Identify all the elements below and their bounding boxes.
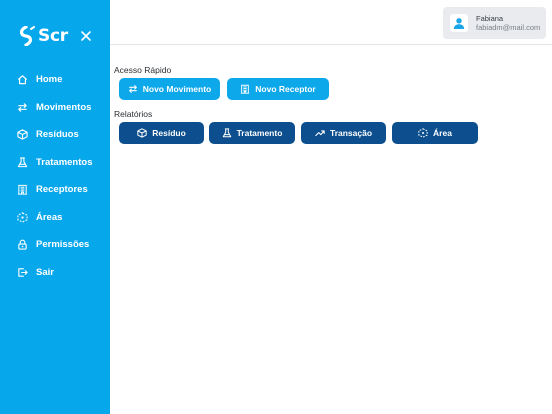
sidebar-item-receptores[interactable]: Receptores [0, 176, 110, 204]
sidebar-item-areas[interactable]: Áreas [0, 204, 110, 232]
cube-icon [17, 129, 28, 140]
report-area-button[interactable]: Área [392, 122, 478, 144]
lock-icon [18, 239, 27, 250]
sidebar-item-permissoes[interactable]: Permissões [0, 231, 110, 259]
sidebar-item-label: Tratamentos [36, 156, 93, 168]
user-icon [453, 18, 465, 29]
new-receptor-button[interactable]: Novo Receptor [227, 78, 329, 100]
area-cube-icon [17, 212, 28, 223]
building-icon [241, 84, 250, 94]
sidebar-item-tratamentos[interactable]: Tratamentos [0, 149, 110, 177]
user-email: fabiadm@mail.com [476, 23, 541, 32]
sidebar-item-label: Home [36, 74, 63, 86]
sidebar-item-home[interactable]: Home [0, 66, 110, 94]
avatar [450, 14, 468, 32]
sidebar-item-residuos[interactable]: Resíduos [0, 121, 110, 149]
area-cube-icon [418, 128, 428, 138]
swap-arrows-icon [128, 85, 137, 93]
scr-logo-icon [19, 26, 35, 46]
reports-title: Relatórios [114, 109, 153, 119]
button-label: Novo Movimento [142, 84, 212, 94]
flask-icon [17, 157, 28, 167]
logout-icon [18, 268, 28, 277]
building-icon [17, 185, 28, 195]
sidebar: Scr Home Movimentos Resíduos Tratamentos… [0, 0, 110, 414]
sidebar-item-movimentos[interactable]: Movimentos [0, 94, 110, 122]
brand-name: Scr [38, 26, 68, 46]
button-label: Transação [329, 128, 373, 138]
button-label: Novo Receptor [255, 84, 316, 94]
sidebar-item-label: Áreas [36, 211, 63, 223]
report-transacao-button[interactable]: Transação [301, 122, 386, 144]
user-info: Fabiana fabiadm@mail.com [476, 14, 540, 32]
user-name: Fabiana [476, 14, 504, 23]
swap-arrows-icon [18, 102, 27, 112]
report-tratamento-button[interactable]: Tratamento [209, 122, 295, 144]
sidebar-nav: Home Movimentos Resíduos Tratamentos Rec… [0, 66, 110, 286]
trend-up-icon [315, 130, 325, 137]
report-residuo-button[interactable]: Resíduo [119, 122, 204, 144]
user-menu[interactable]: Fabiana fabiadm@mail.com [443, 7, 546, 39]
sidebar-item-sair[interactable]: Sair [0, 259, 110, 287]
brand-logo[interactable]: Scr [16, 26, 68, 46]
new-movement-button[interactable]: Novo Movimento [119, 78, 220, 100]
sidebar-item-label: Resíduos [36, 129, 79, 141]
topbar: Fabiana fabiadm@mail.com [110, 0, 552, 45]
close-sidebar-icon[interactable] [79, 29, 93, 43]
sidebar-item-label: Sair [36, 266, 54, 278]
cube-icon [137, 128, 147, 138]
sidebar-item-label: Movimentos [36, 101, 92, 113]
sidebar-item-label: Permissões [36, 239, 90, 251]
flask-icon [222, 128, 231, 138]
button-label: Área [433, 128, 452, 138]
button-label: Tratamento [236, 128, 283, 138]
home-icon [17, 75, 28, 85]
quick-access-title: Acesso Rápido [114, 65, 172, 75]
button-label: Resíduo [152, 128, 186, 138]
sidebar-item-label: Receptores [36, 184, 88, 196]
